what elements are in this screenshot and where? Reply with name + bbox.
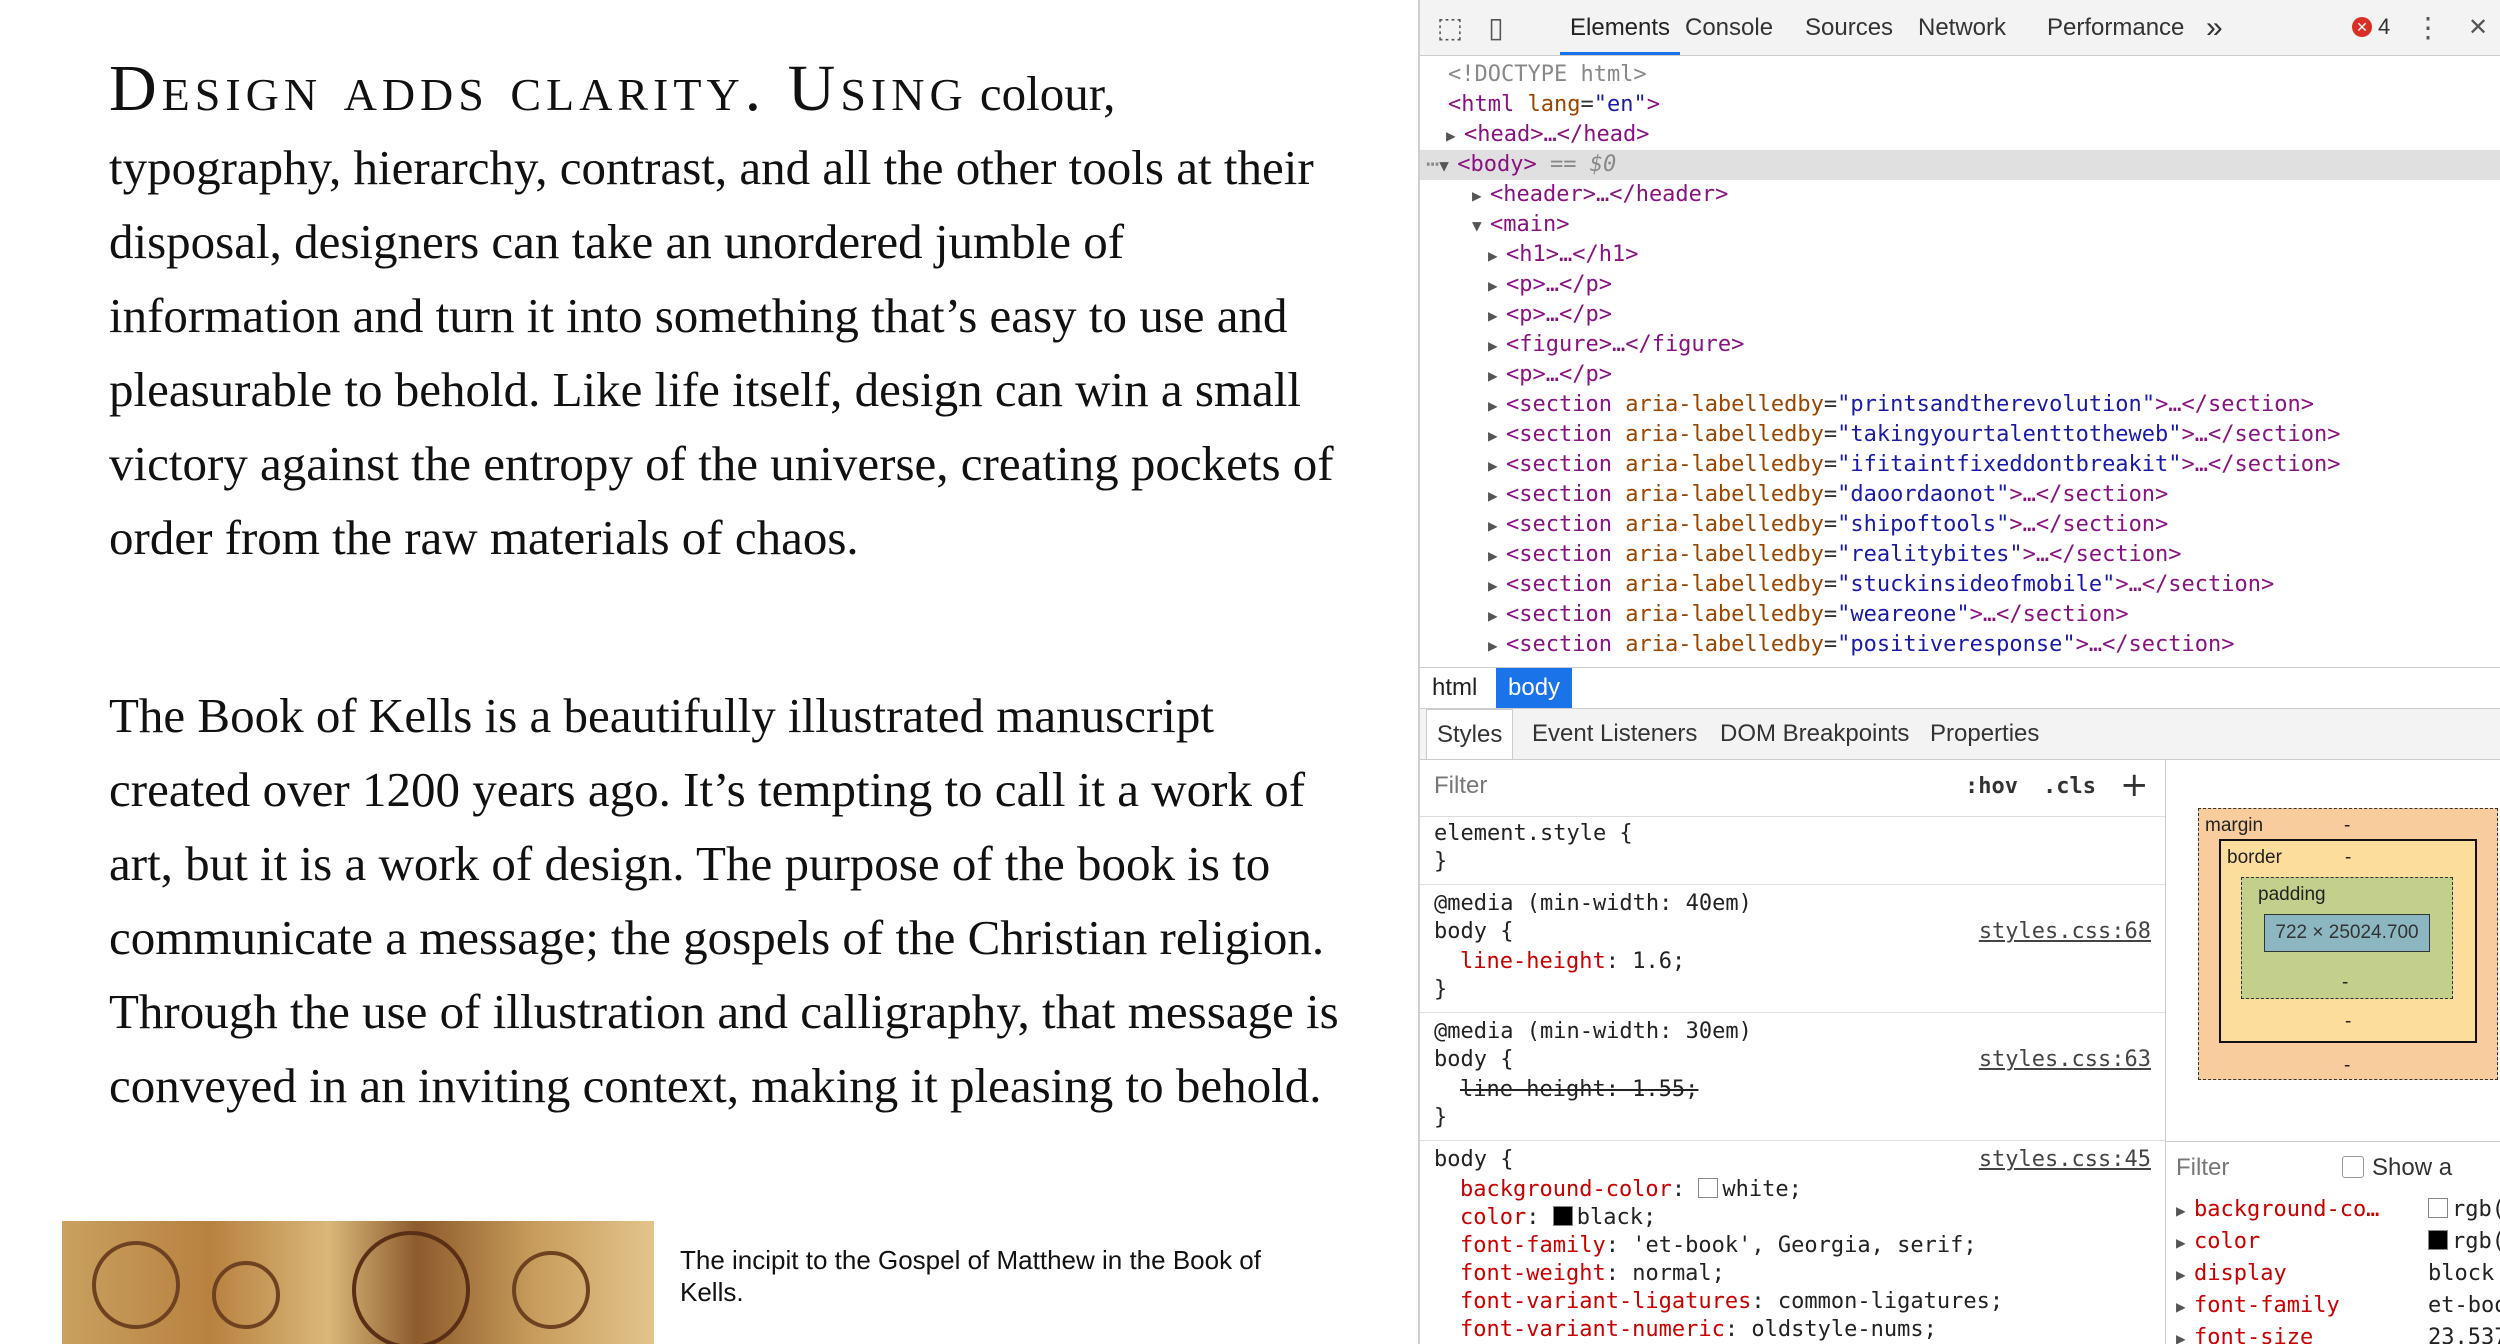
computed-pane: Filter Show a ▶ background-co… rgb(▶ color r… [2166,1141,2500,1344]
book-of-kells-image [62,1221,654,1344]
computed-filter-input[interactable]: Filter [2176,1154,2229,1182]
computed-property-row[interactable]: ▶ font-size 23.537 [2176,1322,2500,1344]
rule3-declaration[interactable]: color: black; [1460,1204,1656,1232]
dom-section[interactable]: ▶ <section aria-labelledby="daoordaonot">… [1488,480,2168,510]
error-count-badge[interactable]: ✕ 4 [2352,14,2390,40]
rule3-declaration[interactable]: font-family: 'et-book', Georgia, serif; [1460,1232,1977,1260]
rule3-declaration[interactable]: font-variant-ligatures: common-ligatures… [1460,1288,2003,1316]
computed-property-row[interactable]: ▶ display block [2176,1258,2494,1290]
tab-sources[interactable]: Sources [1805,0,1893,55]
computed-property-row[interactable]: ▶ color rgb( [2176,1226,2500,1258]
dom-main-child[interactable]: ▶ <p>…</p> [1488,270,1612,300]
dom-main-child[interactable]: ▶ <p>…</p> [1488,300,1612,330]
rule3-selector[interactable]: body { [1434,1146,1513,1174]
tab-event-listeners[interactable]: Event Listeners [1532,709,1697,759]
styles-filter-row: Filter :hov .cls + [1420,760,2165,817]
dom-section[interactable]: ▶ <section aria-labelledby="printsandther… [1488,390,2314,420]
intro-lead: Design adds clarity. Using [109,52,968,125]
tab-network[interactable]: Network [1918,0,2006,55]
inspect-element-icon[interactable]: ⬚ [1432,10,1468,46]
more-options-icon[interactable]: ⋮ [2410,10,2446,46]
color-swatch [2428,1198,2448,1218]
tab-properties[interactable]: Properties [1930,709,2039,759]
box-model-border[interactable]: border - - padding - 722 × 25024.700 [2219,839,2477,1043]
figure-caption: The incipit to the Gospel of Matthew in … [680,1245,1261,1307]
dom-html[interactable]: <html lang="en"> [1448,90,1660,120]
more-tabs-icon[interactable]: » [2206,0,2223,55]
show-all-label: Show a [2372,1154,2453,1181]
devtools-panel: ⬚ ▯ Elements Console Sources Network Per… [1420,0,2500,1344]
tab-dom-breakpoints[interactable]: DOM Breakpoints [1720,709,1909,759]
computed-property-row[interactable]: ▶ background-co… rgb( [2176,1194,2500,1226]
color-swatch [2428,1230,2448,1250]
dom-head[interactable]: ▶ <head>…</head> [1446,120,1649,150]
dom-main-child[interactable]: ▶ <h1>…</h1> [1488,240,1638,270]
rule3-source-link[interactable]: styles.css:45 [1979,1146,2151,1174]
device-toolbar-icon[interactable]: ▯ [1478,10,1514,46]
dom-body[interactable]: ⋯▼ <body> == $0 [1426,150,1616,180]
tab-performance[interactable]: Performance [2047,0,2184,55]
rule1-media: @media (min-width: 40em) [1434,891,1752,916]
rule1-source-link[interactable]: styles.css:68 [1979,918,2151,946]
tab-styles[interactable]: Styles [1426,709,1514,759]
paragraph-intro: Design adds clarity. Using colour, typog… [109,52,1339,575]
element-style-close: } [1434,849,1448,874]
styles-pane: Filter :hov .cls + element.style { } @me… [1420,760,2166,1344]
close-devtools-icon[interactable]: ✕ [2460,10,2496,46]
error-icon: ✕ [2352,17,2372,37]
show-all-checkbox[interactable] [2342,1156,2364,1178]
styles-filter-input[interactable]: Filter [1434,772,1487,800]
new-rule-icon[interactable]: + [2120,765,2149,805]
breadcrumb-html[interactable]: html [1420,668,1489,708]
rule1-selector[interactable]: body { [1434,918,1513,946]
rule3-declaration[interactable]: font-variant-numeric: oldstyle-nums; [1460,1316,1937,1344]
devtools-toolbar: ⬚ ▯ Elements Console Sources Network Per… [1420,0,2500,56]
intro-body: colour, typography, hierarchy, contrast,… [109,66,1334,565]
rule2-source-link[interactable]: styles.css:63 [1979,1046,2151,1074]
dom-doctype[interactable]: <!DOCTYPE html> [1448,60,1647,90]
box-model: margin - - border - - padding - 722 × 25… [2166,760,2500,1140]
dom-section[interactable]: ▶ <section aria-labelledby="positiverespo… [1488,630,2235,660]
dom-section[interactable]: ▶ <section aria-labelledby="shipoftools">… [1488,510,2168,540]
rendered-page: Design adds clarity. Using colour, typog… [0,0,1418,1344]
box-model-content[interactable]: 722 × 25024.700 [2264,914,2430,952]
rule2-overridden-declaration[interactable]: line-height: 1.55; [1460,1076,1698,1104]
dom-header[interactable]: ▶ <header>…</header> [1472,180,1728,210]
tab-console[interactable]: Console [1685,0,1773,55]
dom-section[interactable]: ▶ <section aria-labelledby="weareone">…</… [1488,600,2129,630]
paragraph-book-of-kells: The Book of Kells is a beautifully illus… [109,688,1339,1113]
dom-tree: <!DOCTYPE html> <html lang="en"> ▶ <head>… [1420,56,2500,666]
color-swatch [1552,1206,1573,1226]
rule1-declaration[interactable]: line-height: 1.6; [1460,948,1685,976]
rule2-selector[interactable]: body { [1434,1046,1513,1074]
breadcrumb: html body [1420,667,2500,709]
rule2-close: } [1434,1105,1448,1130]
dom-section[interactable]: ▶ <section aria-labelledby="stuckinsideof… [1488,570,2274,600]
dom-section[interactable]: ▶ <section aria-labelledby="takingyourtal… [1488,420,2341,450]
element-style-selector[interactable]: element.style { [1434,820,1633,848]
dom-main-child[interactable]: ▶ <figure>…</figure> [1488,330,1744,360]
rule3-declaration[interactable]: font-weight: normal; [1460,1260,1725,1288]
dom-main-child[interactable]: ▶ <p>…</p> [1488,360,1612,390]
error-count: 4 [2378,14,2391,39]
dom-section[interactable]: ▶ <section aria-labelledby="realitybites"… [1488,540,2182,570]
breadcrumb-body[interactable]: body [1496,668,1573,708]
cls-toggle[interactable]: .cls [2043,774,2096,799]
color-swatch [1698,1178,1719,1198]
dom-main[interactable]: ▼ <main> [1472,210,1569,240]
tab-elements[interactable]: Elements [1560,0,1681,55]
box-model-padding[interactable]: padding - 722 × 25024.700 [2241,877,2453,999]
dom-section[interactable]: ▶ <section aria-labelledby="ifitaintfixed… [1488,450,2341,480]
rule1-close: } [1434,977,1448,1002]
computed-property-row[interactable]: ▶ font-family et-boo [2176,1290,2500,1322]
rule3-declaration[interactable]: background-color: white; [1460,1176,1802,1204]
rule2-media: @media (min-width: 30em) [1434,1019,1752,1044]
sidebar-tabs: Styles Event Listeners DOM Breakpoints P… [1420,709,2500,760]
hov-toggle[interactable]: :hov [1965,774,2018,799]
box-model-margin[interactable]: margin - - border - - padding - 722 × 25… [2198,808,2498,1080]
